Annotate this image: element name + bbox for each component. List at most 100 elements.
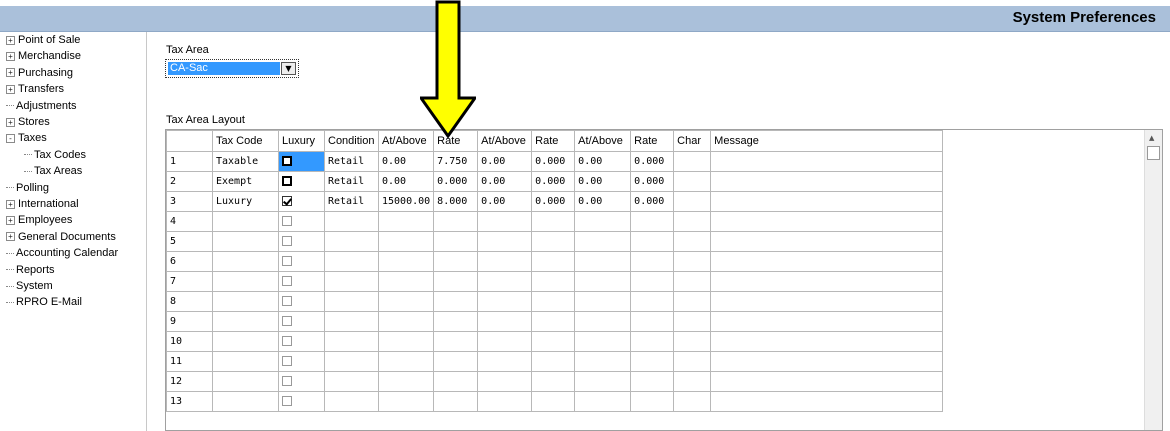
grid-cell[interactable] bbox=[673, 271, 712, 292]
grid-cell[interactable] bbox=[574, 251, 632, 272]
grid-cell[interactable]: 15000.00 bbox=[377, 191, 435, 212]
grid-cell[interactable] bbox=[212, 371, 279, 392]
table-row[interactable]: 4 bbox=[166, 211, 944, 232]
grid-cell[interactable] bbox=[531, 231, 576, 252]
row-number[interactable]: 4 bbox=[166, 211, 213, 232]
row-number[interactable]: 1 bbox=[166, 151, 213, 172]
chevron-down-icon[interactable]: ▼ bbox=[281, 62, 296, 75]
grid-cell[interactable] bbox=[433, 391, 479, 412]
grid-cell[interactable] bbox=[324, 251, 379, 272]
grid-cell[interactable]: Retail bbox=[324, 171, 379, 192]
grid-cell[interactable] bbox=[531, 271, 576, 292]
row-number[interactable]: 11 bbox=[166, 351, 213, 372]
grid-cell[interactable]: Exempt bbox=[212, 171, 279, 192]
grid-cell[interactable] bbox=[433, 251, 479, 272]
grid-cell[interactable] bbox=[377, 231, 435, 252]
column-header[interactable]: Tax Code bbox=[212, 130, 279, 152]
grid-cell[interactable] bbox=[630, 391, 675, 412]
grid-cell[interactable]: 0.00 bbox=[477, 191, 533, 212]
grid-cell[interactable] bbox=[212, 391, 279, 412]
grid-cell[interactable]: Taxable bbox=[212, 151, 279, 172]
grid-cell[interactable] bbox=[324, 271, 379, 292]
grid-cell[interactable] bbox=[574, 351, 632, 372]
grid-cell[interactable] bbox=[433, 271, 479, 292]
grid-cell[interactable]: 0.00 bbox=[377, 151, 435, 172]
grid-cell[interactable] bbox=[574, 371, 632, 392]
grid-cell[interactable] bbox=[673, 251, 712, 272]
grid-cell[interactable] bbox=[477, 211, 533, 232]
table-row[interactable]: 2 Exempt Retail 0.00 0.000 0.00 0.000 0.00 0.000 bbox=[166, 171, 944, 192]
tree-item[interactable]: + Merchandise bbox=[6, 48, 81, 64]
column-header[interactable]: Char bbox=[673, 130, 712, 152]
row-number[interactable]: 9 bbox=[166, 311, 213, 332]
checkbox-icon[interactable] bbox=[282, 396, 292, 406]
table-row[interactable]: 11 bbox=[166, 351, 944, 372]
grid-cell[interactable]: 0.000 bbox=[531, 151, 576, 172]
grid-cell[interactable]: 7.750 bbox=[433, 151, 479, 172]
tree-item[interactable]: RPRO E-Mail bbox=[6, 294, 82, 310]
grid-cell[interactable] bbox=[710, 211, 944, 232]
row-number[interactable]: 6 bbox=[166, 251, 213, 272]
luxury-cell[interactable] bbox=[278, 271, 325, 292]
grid-cell[interactable] bbox=[710, 151, 944, 172]
grid-cell[interactable] bbox=[324, 291, 379, 312]
grid-cell[interactable]: Retail bbox=[324, 151, 379, 172]
table-row[interactable]: 13 bbox=[166, 391, 944, 412]
expand-icon[interactable]: + bbox=[6, 117, 15, 127]
grid-cell[interactable] bbox=[673, 331, 712, 352]
grid-cell[interactable] bbox=[212, 251, 279, 272]
grid-cell[interactable] bbox=[710, 351, 944, 372]
grid-cell[interactable] bbox=[212, 351, 279, 372]
luxury-cell[interactable] bbox=[278, 191, 325, 212]
table-row[interactable]: 8 bbox=[166, 291, 944, 312]
grid-cell[interactable]: Retail bbox=[324, 191, 379, 212]
luxury-cell[interactable] bbox=[278, 371, 325, 392]
checkbox-icon[interactable] bbox=[282, 216, 292, 226]
grid-cell[interactable] bbox=[477, 351, 533, 372]
grid-cell[interactable] bbox=[531, 251, 576, 272]
table-row[interactable]: 1 Taxable Retail 0.00 7.750 0.00 0.000 0.00 0.00… bbox=[166, 151, 944, 172]
grid-cell[interactable] bbox=[212, 271, 279, 292]
grid-cell[interactable] bbox=[212, 291, 279, 312]
grid-cell[interactable] bbox=[531, 311, 576, 332]
grid-cell[interactable] bbox=[710, 311, 944, 332]
tree-item[interactable]: System bbox=[6, 278, 53, 294]
grid-cell[interactable] bbox=[212, 311, 279, 332]
grid-cell[interactable] bbox=[433, 371, 479, 392]
grid-cell[interactable] bbox=[673, 391, 712, 412]
grid-cell[interactable] bbox=[574, 331, 632, 352]
grid-cell[interactable]: 0.00 bbox=[477, 171, 533, 192]
grid-cell[interactable] bbox=[710, 171, 944, 192]
tree-item[interactable]: Adjustments bbox=[6, 98, 77, 114]
grid-cell[interactable] bbox=[630, 271, 675, 292]
collapse-icon[interactable]: - bbox=[6, 133, 15, 143]
luxury-cell[interactable] bbox=[278, 351, 325, 372]
grid-cell[interactable] bbox=[324, 391, 379, 412]
grid-cell[interactable] bbox=[531, 371, 576, 392]
luxury-cell[interactable] bbox=[278, 291, 325, 312]
column-header[interactable]: Rate bbox=[630, 130, 675, 152]
expand-icon[interactable]: + bbox=[6, 35, 15, 45]
tree-item[interactable]: Polling bbox=[6, 180, 49, 196]
grid-cell[interactable] bbox=[377, 211, 435, 232]
grid-cell[interactable] bbox=[630, 331, 675, 352]
column-header[interactable]: At/Above bbox=[574, 130, 632, 152]
tree-item[interactable]: + Stores bbox=[6, 114, 50, 130]
grid-cell[interactable] bbox=[477, 391, 533, 412]
scroll-up-icon[interactable]: ▲ bbox=[1149, 134, 1154, 142]
scroll-thumb[interactable] bbox=[1147, 146, 1160, 160]
grid-cell[interactable] bbox=[710, 391, 944, 412]
checkbox-icon[interactable] bbox=[282, 276, 292, 286]
grid-cell[interactable] bbox=[212, 331, 279, 352]
grid-cell[interactable] bbox=[477, 331, 533, 352]
grid-cell[interactable] bbox=[531, 391, 576, 412]
column-header[interactable]: Luxury bbox=[278, 130, 325, 152]
tax-area-layout-grid[interactable]: Tax Code Luxury Condition At/Above Rate At/Ab… bbox=[165, 129, 1163, 431]
table-row[interactable]: 12 bbox=[166, 371, 944, 392]
tree-item[interactable]: + International bbox=[6, 196, 79, 212]
grid-cell[interactable] bbox=[212, 231, 279, 252]
row-number[interactable]: 5 bbox=[166, 231, 213, 252]
luxury-cell[interactable] bbox=[278, 391, 325, 412]
checkbox-checked-icon[interactable] bbox=[282, 196, 292, 206]
tree-item[interactable]: + General Documents bbox=[6, 229, 116, 245]
